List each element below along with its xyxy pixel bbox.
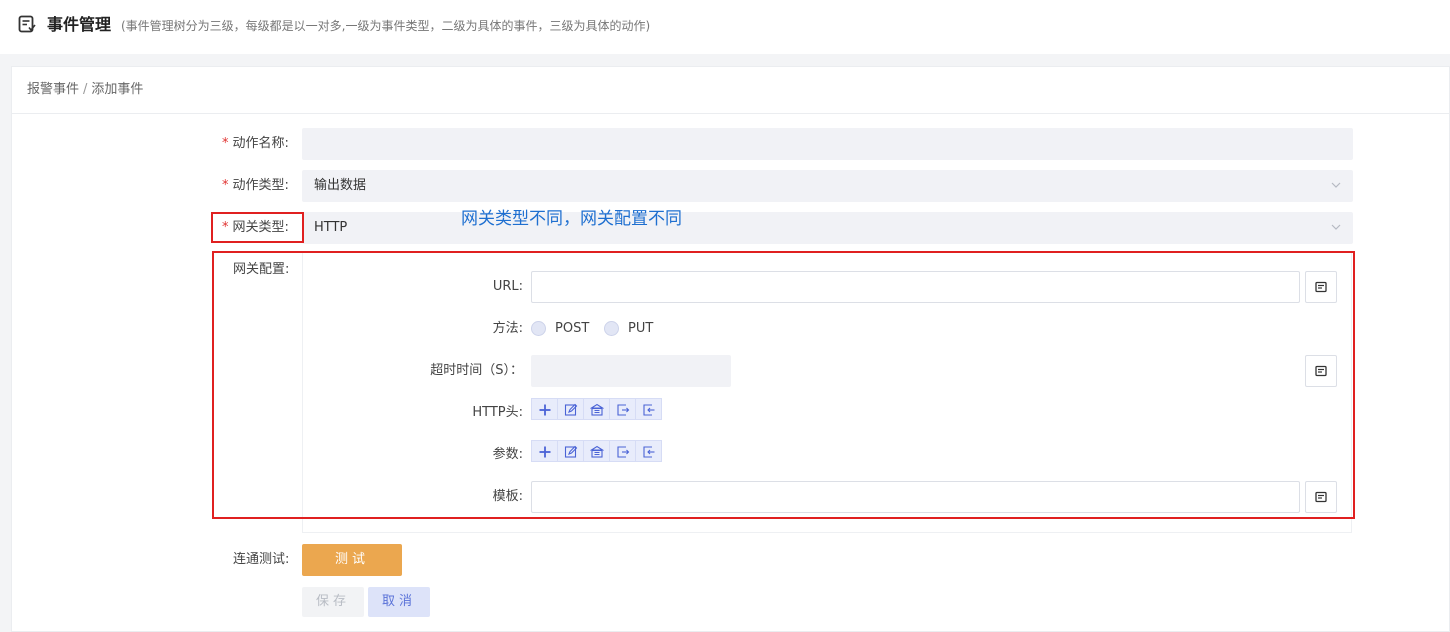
chevron-down-icon <box>1331 224 1341 230</box>
annotation-box-gateway-config <box>212 251 1355 519</box>
gateway-type-select[interactable]: HTTP <box>302 212 1353 244</box>
annotation-box-gateway-type <box>211 212 304 243</box>
breadcrumb-parent[interactable]: 报警事件 <box>27 82 79 97</box>
divider <box>12 113 1449 114</box>
breadcrumb-current: 添加事件 <box>91 82 144 97</box>
action-type-select[interactable]: 输出数据 <box>302 170 1353 202</box>
gateway-type-value: HTTP <box>314 220 348 235</box>
breadcrumb-separator: / <box>83 82 88 97</box>
action-type-label: * 动作类型: <box>222 178 289 193</box>
save-button[interactable]: 保存 <box>302 587 364 617</box>
chevron-down-icon <box>1331 182 1341 188</box>
action-name-input[interactable] <box>302 128 1353 160</box>
test-button[interactable]: 测试 <box>302 544 402 576</box>
required-mark: * <box>222 178 229 193</box>
page-title: 事件管理 <box>47 15 112 34</box>
breadcrumb: 报警事件 / 添加事件 <box>27 82 143 98</box>
cancel-button[interactable]: 取消 <box>368 587 430 617</box>
action-name-label: * 动作名称: <box>222 136 289 151</box>
page-header: 事件管理 (事件管理树分为三级，每级都是以一对多,一级为事件类型，二级为具体的事… <box>0 0 1450 54</box>
action-type-value: 输出数据 <box>314 178 367 193</box>
annotation-note: 网关类型不同，网关配置不同 <box>461 209 682 229</box>
event-management-icon <box>18 15 36 33</box>
connectivity-test-label: 连通测试: <box>233 552 290 567</box>
page-subtitle: (事件管理树分为三级，每级都是以一对多,一级为事件类型，二级为具体的事件，三级为… <box>121 19 651 33</box>
required-mark: * <box>222 136 229 151</box>
